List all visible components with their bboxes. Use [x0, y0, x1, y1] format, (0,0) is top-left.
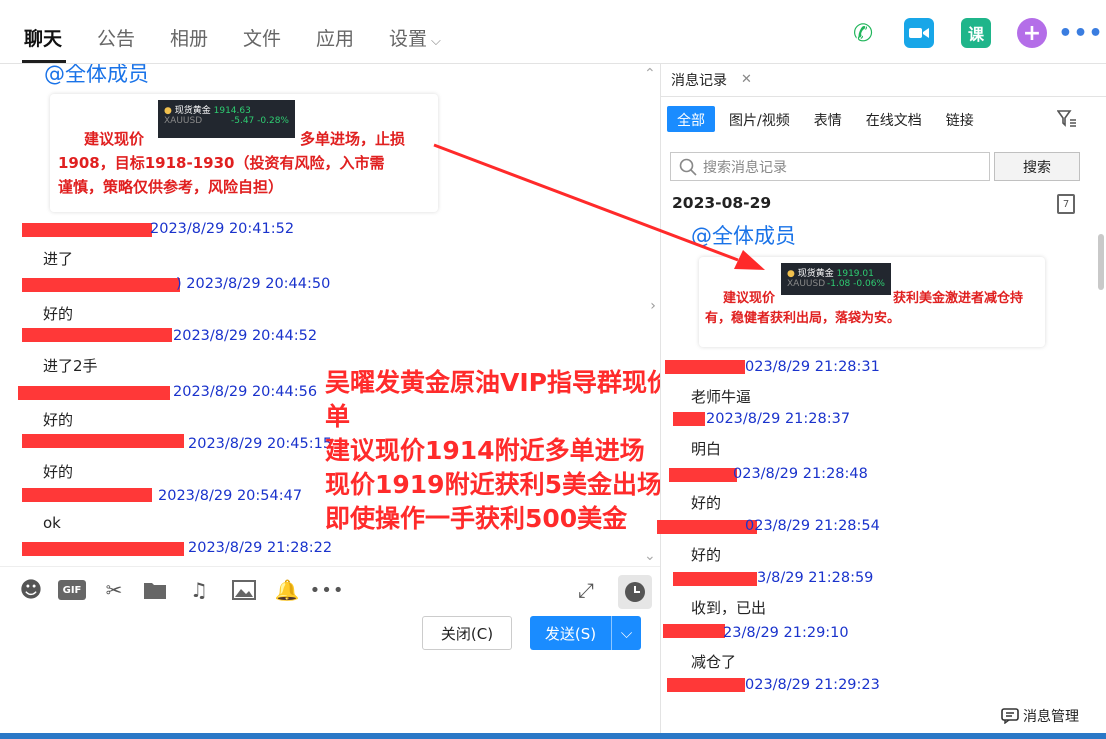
window-bottom-edge	[0, 733, 1106, 739]
annotation-arrow	[433, 143, 765, 270]
